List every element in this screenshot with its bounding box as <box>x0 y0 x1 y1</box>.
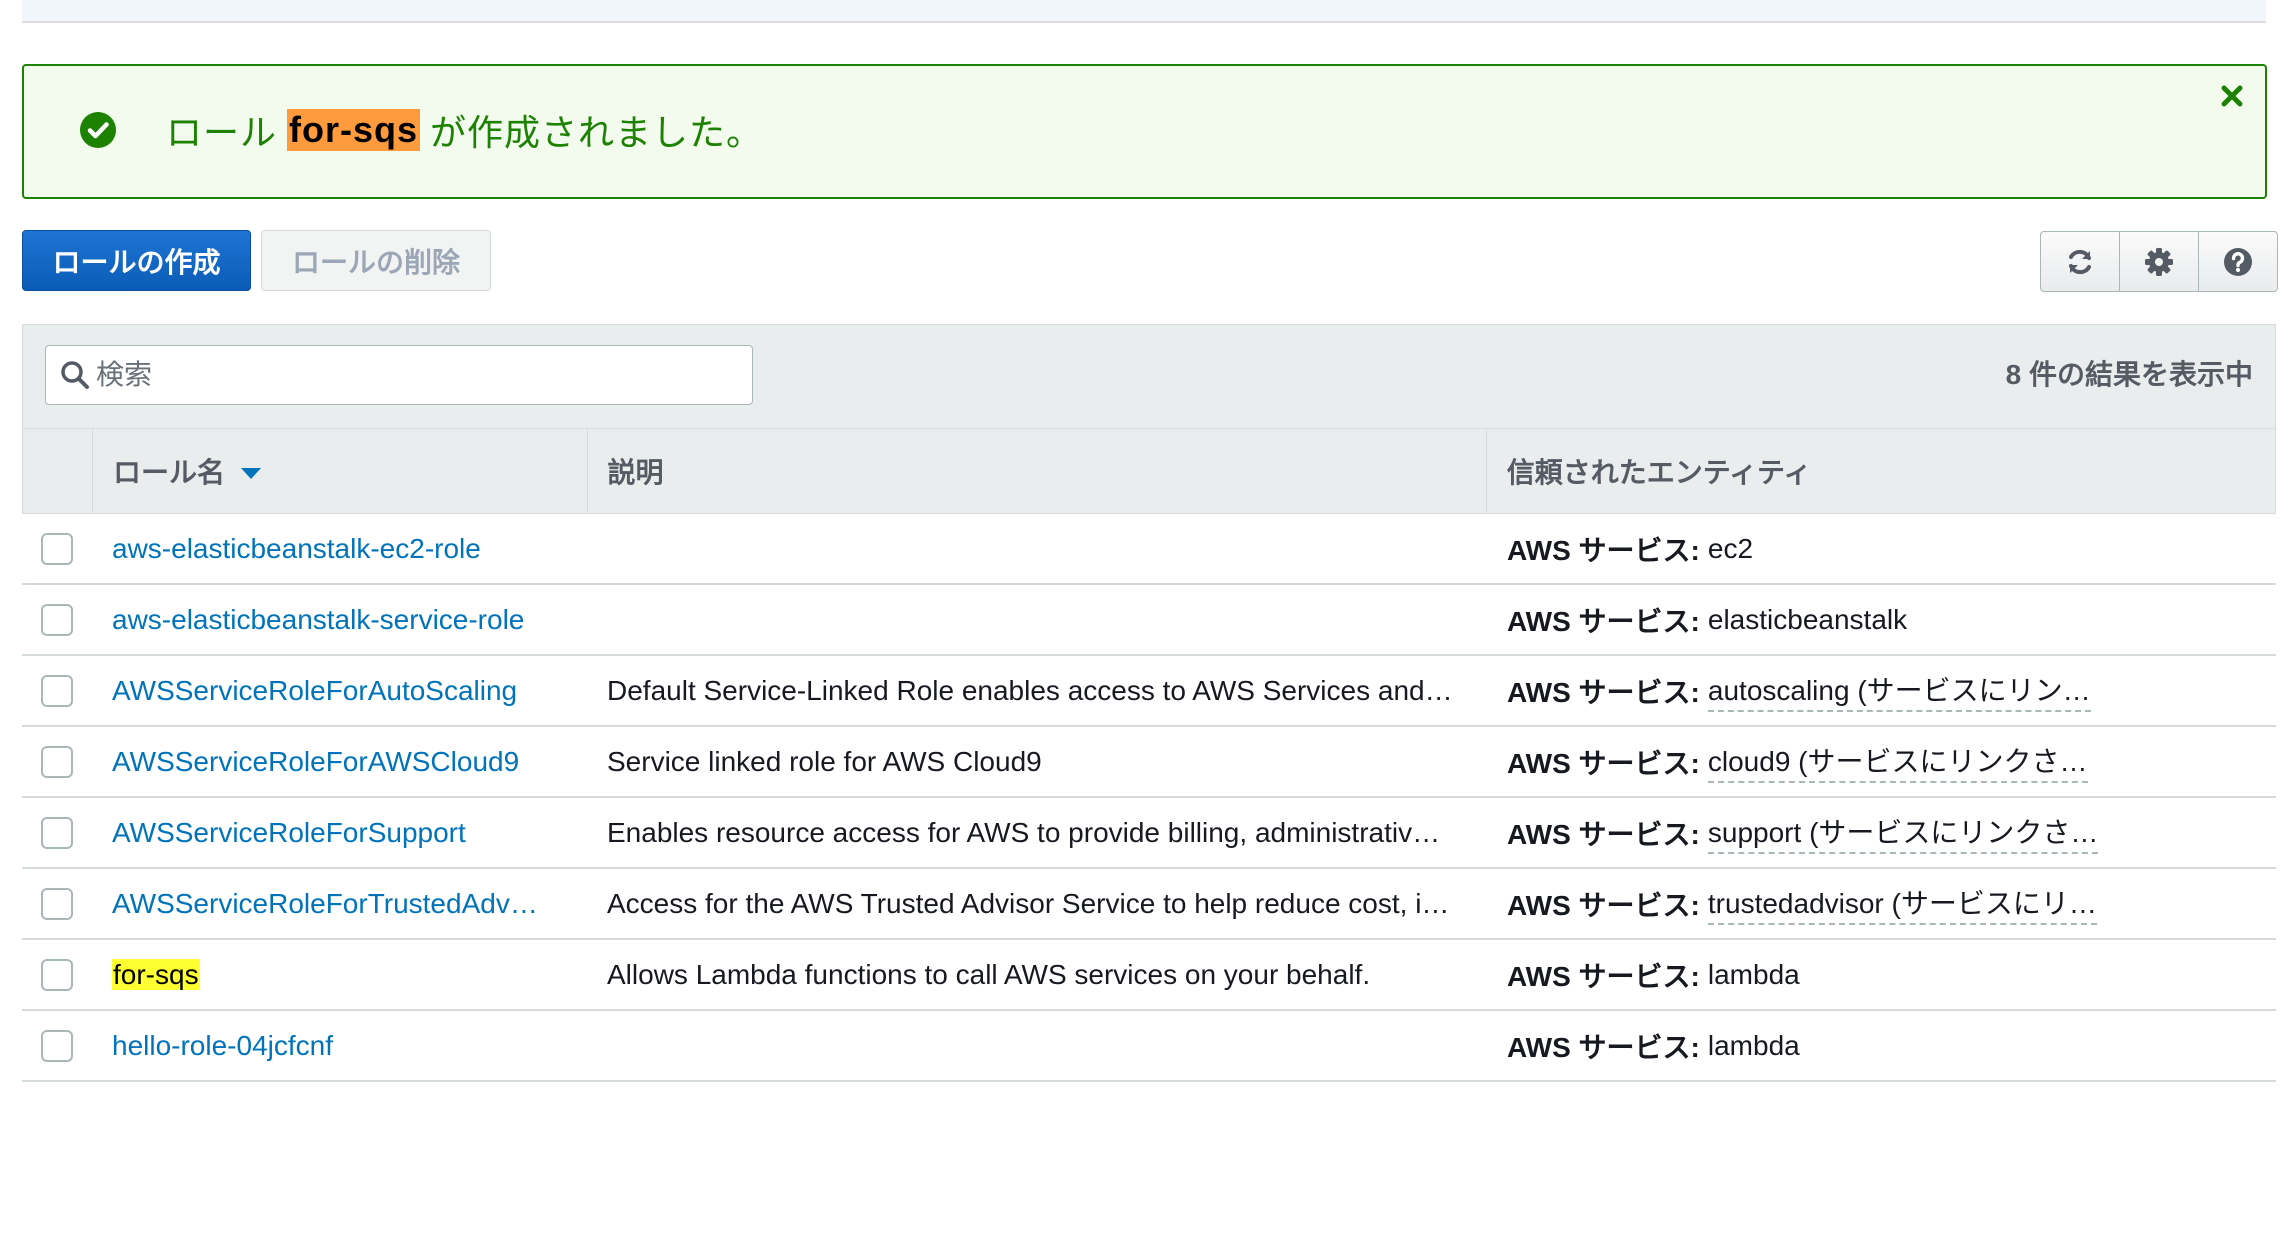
entity-label: AWS サービス: <box>1507 747 1700 779</box>
close-icon[interactable] <box>2215 80 2249 114</box>
role-name-link[interactable]: AWSServiceRoleForSupport <box>92 817 587 849</box>
trusted-entity: AWS サービス: support (サービスにリンクさ… <box>1487 811 2276 854</box>
table-row: aws-elasticbeanstalk-service-role AWS サー… <box>22 585 2276 656</box>
roles-table-body: aws-elasticbeanstalk-ec2-role AWS サービス: … <box>22 514 2276 1082</box>
entity-value[interactable]: cloud9 (サービスにリンクさ… <box>1707 740 2088 783</box>
entity-value: elasticbeanstalk <box>1707 603 1908 635</box>
table-row: AWSServiceRoleForTrustedAdv… Access for … <box>22 869 2276 940</box>
table-row: AWSServiceRoleForSupport Enables resourc… <box>22 798 2276 869</box>
create-role-button[interactable]: ロールの作成 <box>22 230 251 291</box>
role-description: Allows Lambda functions to call AWS serv… <box>607 958 1371 990</box>
trusted-entity: AWS サービス: cloud9 (サービスにリンクさ… <box>1487 740 2276 783</box>
table-row: AWSServiceRoleForAutoScaling Default Ser… <box>22 656 2276 727</box>
role-name-link[interactable]: AWSServiceRoleForAutoScaling <box>92 675 587 707</box>
row-checkbox[interactable] <box>41 1029 73 1062</box>
column-trusted-entity: 信頼されたエンティティ <box>1506 457 1812 488</box>
entity-label: AWS サービス: <box>1507 605 1700 637</box>
entity-value[interactable]: autoscaling (サービスにリン… <box>1707 669 2091 712</box>
trusted-entity: AWS サービス: ec2 <box>1487 529 2276 569</box>
row-checkbox[interactable] <box>41 532 73 565</box>
column-description: 説明 <box>588 429 1487 513</box>
trusted-entity: AWS サービス: autoscaling (サービスにリン… <box>1487 669 2276 712</box>
role-name-link[interactable]: aws-elasticbeanstalk-service-role <box>92 604 587 636</box>
result-count: 8 件の結果を表示中 <box>2005 359 2253 390</box>
entity-value: lambda <box>1707 958 1800 990</box>
table-header: ロール名 説明 信頼されたエンティティ <box>22 428 2276 514</box>
column-role-name[interactable]: ロール名 <box>93 429 588 513</box>
gear-icon <box>2145 247 2173 276</box>
search-icon <box>61 361 89 389</box>
role-name-link[interactable]: AWSServiceRoleForAWSCloud9 <box>92 746 587 778</box>
role-name-link[interactable]: for-sqs <box>92 958 587 991</box>
refresh-icon <box>2069 249 2091 274</box>
row-checkbox[interactable] <box>41 603 73 636</box>
table-tools <box>2040 231 2278 292</box>
role-name-link[interactable]: hello-role-04jcfcnf <box>92 1030 587 1062</box>
delete-role-button: ロールの削除 <box>261 230 491 291</box>
trusted-entity: AWS サービス: elasticbeanstalk <box>1487 600 2276 640</box>
highlighted-role-name[interactable]: for-sqs <box>112 958 200 990</box>
select-all-column <box>23 429 93 513</box>
entity-label: AWS サービス: <box>1507 1031 1700 1063</box>
trusted-entity: AWS サービス: lambda <box>1487 1026 2276 1066</box>
success-flash-message: ロール for-sqs が作成されました。 <box>22 64 2267 199</box>
flash-role-name: for-sqs <box>287 109 421 151</box>
role-name-link[interactable]: AWSServiceRoleForTrustedAdv… <box>92 888 587 920</box>
entity-label: AWS サービス: <box>1507 818 1700 850</box>
search-box[interactable] <box>45 345 753 405</box>
entity-label: AWS サービス: <box>1507 889 1700 921</box>
role-description: Service linked role for AWS Cloud9 <box>607 745 1042 777</box>
row-checkbox[interactable] <box>41 958 73 991</box>
flash-text: ロール for-sqs が作成されました。 <box>166 104 763 156</box>
settings-button[interactable] <box>2120 232 2199 291</box>
column-role-name-label: ロール名 <box>112 457 225 488</box>
row-checkbox[interactable] <box>41 887 73 920</box>
table-row: hello-role-04jcfcnf AWS サービス: lambda <box>22 1011 2276 1082</box>
top-info-strip <box>22 0 2266 23</box>
entity-value: lambda <box>1707 1029 1800 1061</box>
refresh-button[interactable] <box>2041 232 2120 291</box>
row-checkbox[interactable] <box>41 674 73 707</box>
table-toolbar: 8 件の結果を表示中 <box>22 324 2276 428</box>
help-icon <box>2224 247 2252 276</box>
table-row: aws-elasticbeanstalk-ec2-role AWS サービス: … <box>22 514 2276 585</box>
row-checkbox[interactable] <box>41 745 73 778</box>
search-input[interactable] <box>96 359 716 391</box>
trusted-entity: AWS サービス: trustedadvisor (サービスにリ… <box>1487 882 2276 925</box>
row-checkbox[interactable] <box>41 816 73 849</box>
entity-label: AWS サービス: <box>1507 676 1700 708</box>
flash-prefix: ロール <box>166 112 278 153</box>
flash-suffix: が作成されました。 <box>430 112 764 153</box>
trusted-entity: AWS サービス: lambda <box>1487 955 2276 995</box>
entity-value[interactable]: trustedadvisor (サービスにリ… <box>1707 882 2097 925</box>
table-row: for-sqs Allows Lambda functions to call … <box>22 940 2276 1011</box>
entity-value[interactable]: support (サービスにリンクさ… <box>1707 811 2099 854</box>
entity-value: ec2 <box>1707 532 1754 564</box>
help-button[interactable] <box>2199 232 2277 291</box>
role-description: Enables resource access for AWS to provi… <box>607 816 1441 848</box>
check-circle-icon <box>80 112 116 148</box>
table-row: AWSServiceRoleForAWSCloud9 Service linke… <box>22 727 2276 798</box>
role-description: Access for the AWS Trusted Advisor Servi… <box>607 887 1450 919</box>
entity-label: AWS サービス: <box>1507 960 1700 992</box>
role-description: Default Service-Linked Role enables acce… <box>607 674 1453 706</box>
sort-descending-icon[interactable] <box>240 467 261 479</box>
entity-label: AWS サービス: <box>1507 534 1700 566</box>
role-name-link[interactable]: aws-elasticbeanstalk-ec2-role <box>92 533 587 565</box>
